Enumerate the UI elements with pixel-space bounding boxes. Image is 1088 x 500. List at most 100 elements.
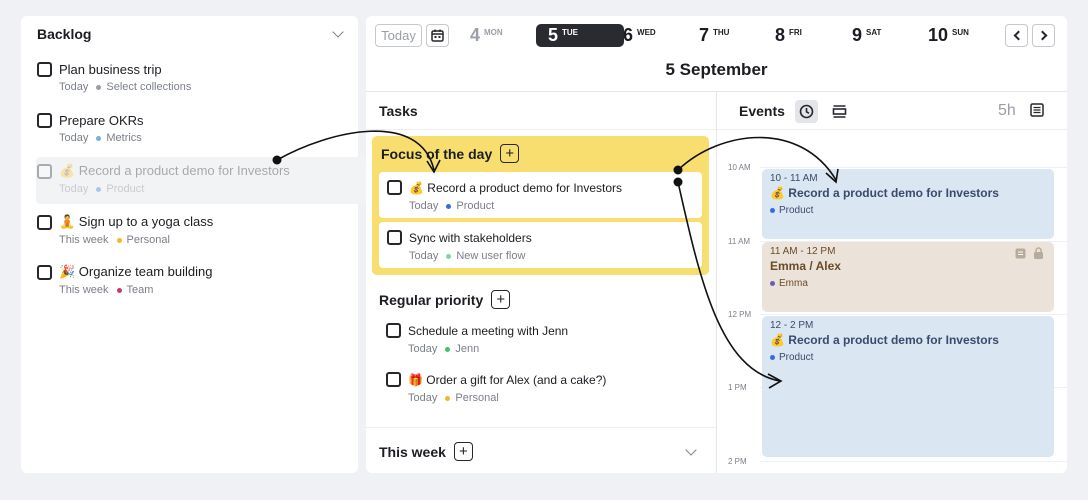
time-label: 1 PM (728, 383, 747, 392)
today-button[interactable]: Today (375, 24, 422, 47)
event-block[interactable]: 11 AM - 12 PM Emma / Alex Emma (762, 242, 1054, 312)
task-checkbox[interactable] (386, 372, 401, 387)
next-week-button[interactable] (1032, 24, 1055, 47)
prev-week-button[interactable] (1005, 24, 1028, 47)
event-title: 💰 Record a product demo for Investors (770, 186, 999, 200)
event-tag: Emma (779, 278, 808, 289)
task-when: This week (59, 234, 109, 246)
chevron-down-icon[interactable] (685, 444, 697, 456)
tag-dot (445, 346, 451, 352)
task-tag: Jenn (455, 343, 480, 355)
focus-header: Focus of the day + (381, 144, 520, 163)
event-time: 11 AM - 12 PM (770, 246, 836, 257)
backlog-title: Backlog (37, 26, 92, 42)
list-view-button[interactable] (828, 100, 851, 123)
focus-task-card[interactable]: Sync with stakeholders Today New user flo… (379, 222, 702, 268)
chevron-right-icon (1037, 30, 1047, 41)
task-tag: Metrics (106, 132, 142, 144)
events-header: Events (739, 92, 851, 130)
event-time: 12 - 2 PM (770, 320, 814, 331)
time-label: 11 AM (728, 237, 751, 246)
event-title: 💰 Record a product demo for Investors (770, 333, 999, 347)
task-when: Today (408, 392, 438, 404)
event-tag: Product (779, 352, 814, 363)
backlog-item[interactable]: 🧘 Sign up to a yoga class This week Perso… (37, 214, 348, 246)
tasks-title: Tasks (379, 103, 418, 119)
tag-dot (446, 203, 452, 209)
tag-dot (445, 395, 451, 401)
task-when: Today (408, 343, 438, 355)
tag-dot (770, 208, 775, 213)
event-block[interactable]: 12 - 2 PM 💰 Record a product demo for In… (762, 316, 1054, 457)
tag-dot (96, 84, 102, 90)
day-mon[interactable]: 4 MON (470, 24, 503, 47)
add-regular-task-button[interactable]: + (491, 290, 511, 309)
task-title: Schedule a meeting with Jenn (408, 323, 569, 338)
day-wed[interactable]: 6 WED (623, 24, 656, 47)
task-item[interactable]: Schedule a meeting with Jenn Today Jenn (386, 323, 568, 355)
task-when: Today (409, 200, 439, 212)
events-duration: 5h (998, 102, 1016, 119)
task-title: Plan business trip (59, 62, 162, 77)
day-fri[interactable]: 8 FRI (775, 24, 802, 47)
task-checkbox[interactable] (37, 113, 52, 128)
task-checkbox[interactable] (387, 180, 402, 195)
chevron-left-icon (1013, 30, 1023, 41)
hour-line (760, 461, 1067, 462)
event-time: 10 - 11 AM (770, 173, 818, 184)
calendar-button[interactable] (426, 24, 449, 47)
tag-dot (446, 253, 452, 259)
task-when: This week (59, 284, 109, 296)
event-block[interactable]: 10 - 11 AM 💰 Record a product demo for I… (762, 169, 1054, 239)
planner-panel: Today 4 MON 5 TUE 6 WED 7 THU 8 FRI 9 SAT 10 SU… (366, 16, 1067, 473)
this-week-header[interactable]: This week + (379, 442, 473, 461)
task-tag: Personal (126, 234, 170, 246)
tag-dot (116, 287, 122, 293)
focus-task-card[interactable]: 💰 Record a product demo for Investors To… (379, 172, 702, 218)
task-checkbox[interactable] (37, 163, 52, 179)
time-label: 2 PM (728, 457, 747, 466)
notes-icon[interactable] (1030, 103, 1044, 117)
task-when: Today (409, 250, 439, 262)
task-title: 💰 Record a product demo for Investors (59, 163, 290, 178)
day-sun[interactable]: 10 SUN (928, 24, 969, 47)
task-when: Today (59, 132, 89, 144)
task-checkbox[interactable] (37, 62, 52, 77)
task-checkbox[interactable] (37, 264, 52, 280)
day-tue-selected[interactable]: 5 TUE (536, 24, 625, 47)
task-tag: Select collections (106, 81, 192, 93)
this-week-label: This week (379, 443, 446, 460)
event-title: Emma / Alex (770, 259, 841, 273)
focus-of-the-day-section: Focus of the day + 💰 Record a product de… (372, 136, 709, 275)
clock-icon (799, 104, 814, 118)
backlog-item[interactable]: Prepare OKRs Today Metrics (37, 113, 348, 144)
backlog-header: Backlog (21, 16, 358, 52)
task-checkbox[interactable] (387, 230, 402, 245)
task-checkbox[interactable] (386, 323, 401, 338)
task-item[interactable]: 🎁 Order a gift for Alex (and a cake?) To… (386, 372, 606, 404)
clock-view-button[interactable] (794, 99, 818, 123)
backlog-item[interactable]: 🎉 Organize team building This week Team (37, 264, 348, 296)
backlog-item-dragging[interactable]: 💰 Record a product demo for Investors To… (37, 163, 348, 195)
regular-priority-header: Regular priority + (379, 290, 511, 309)
note-icon (1015, 248, 1026, 259)
tasks-header-divider (366, 129, 716, 130)
events-title: Events (739, 103, 785, 119)
day-sat[interactable]: 9 SAT (852, 24, 881, 47)
calendar-icon (431, 29, 444, 42)
task-tag: Team (126, 284, 154, 296)
task-checkbox[interactable] (37, 214, 52, 230)
task-title: Sync with stakeholders (409, 230, 532, 245)
task-title: 🎁 Order a gift for Alex (and a cake?) (408, 372, 607, 387)
backlog-item[interactable]: Plan business trip Today Select collectio… (37, 62, 348, 93)
task-tag: New user flow (456, 250, 526, 262)
date-title: 5 September (665, 60, 768, 79)
add-this-week-task-button[interactable]: + (453, 442, 473, 461)
day-thu[interactable]: 7 THU (699, 24, 729, 47)
focus-label: Focus of the day (381, 145, 493, 162)
add-focus-task-button[interactable]: + (500, 144, 520, 163)
this-week-divider (366, 427, 716, 428)
tag-dot (96, 135, 102, 141)
chevron-down-icon[interactable] (332, 26, 344, 38)
tag-dot (116, 237, 122, 243)
